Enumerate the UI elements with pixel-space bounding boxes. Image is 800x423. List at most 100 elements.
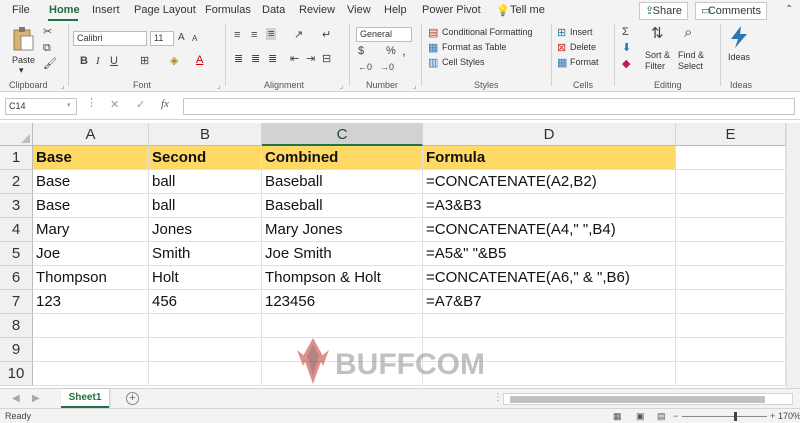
fill-icon[interactable]: ⬇ — [622, 42, 631, 54]
share-button[interactable]: ⇪ Share — [639, 2, 688, 20]
cell-b8[interactable] — [149, 314, 262, 338]
row-header-1[interactable]: 1 — [0, 146, 33, 170]
cell-d7[interactable]: =A7&B7 — [423, 290, 676, 314]
cell-e6[interactable] — [676, 266, 786, 290]
cell-a1[interactable]: Base — [33, 146, 149, 170]
next-sheet-icon[interactable]: ▶ — [32, 393, 40, 404]
zoom-slider-track[interactable] — [682, 416, 767, 417]
horizontal-scroll-thumb[interactable] — [510, 396, 765, 403]
cell-e7[interactable] — [676, 290, 786, 314]
dialog-launcher-icon[interactable]: ⌟ — [340, 82, 343, 90]
cell-d9[interactable] — [423, 338, 676, 362]
underline-icon[interactable]: U — [110, 55, 118, 67]
row-header-3[interactable]: 3 — [0, 194, 33, 218]
sort-filter-button[interactable]: Sort & Filter — [645, 50, 675, 72]
cell-c10[interactable] — [262, 362, 423, 386]
cell-a3[interactable]: Base — [33, 194, 149, 218]
borders-icon[interactable]: ⊞ — [140, 55, 149, 67]
column-header-e[interactable]: E — [676, 123, 786, 146]
cell-a6[interactable]: Thompson — [33, 266, 149, 290]
menu-formulas[interactable]: Formulas — [205, 4, 251, 16]
wrap-text-icon[interactable]: ↵ — [322, 29, 331, 41]
collapse-ribbon-icon[interactable]: ⌃ — [785, 4, 793, 15]
row-header-5[interactable]: 5 — [0, 242, 33, 266]
row-header-8[interactable]: 8 — [0, 314, 33, 338]
cell-b9[interactable] — [149, 338, 262, 362]
comments-button[interactable]: ▭ Comments — [695, 2, 767, 20]
zoom-in-icon[interactable]: + — [770, 411, 775, 421]
enter-icon[interactable]: ✓ — [136, 98, 145, 111]
align-right-icon[interactable]: ≣ — [268, 53, 277, 65]
row-header-6[interactable]: 6 — [0, 266, 33, 290]
align-top-icon[interactable]: ≡ — [234, 29, 240, 41]
zoom-out-icon[interactable]: − — [673, 411, 678, 421]
cell-d4[interactable]: =CONCATENATE(A4," ",B4) — [423, 218, 676, 242]
menu-data[interactable]: Data — [262, 4, 285, 16]
cell-e9[interactable] — [676, 338, 786, 362]
menu-review[interactable]: Review — [299, 4, 335, 16]
autosum-icon[interactable]: Σ — [622, 26, 629, 38]
menu-help[interactable]: Help — [384, 4, 407, 16]
row-header-2[interactable]: 2 — [0, 170, 33, 194]
font-name-select[interactable]: Calibri — [73, 31, 147, 46]
accounting-format-icon[interactable]: $ — [358, 45, 364, 57]
cell-a9[interactable] — [33, 338, 149, 362]
fill-color-icon[interactable]: ◈ — [170, 55, 178, 67]
cut-icon[interactable]: ✂ — [43, 26, 52, 38]
align-left-icon[interactable]: ≣ — [234, 53, 243, 65]
column-header-c[interactable]: C — [262, 123, 423, 146]
cell-d10[interactable] — [423, 362, 676, 386]
cell-e4[interactable] — [676, 218, 786, 242]
cell-c7[interactable]: 123456 — [262, 290, 423, 314]
cell-e10[interactable] — [676, 362, 786, 386]
menu-power-pivot[interactable]: Power Pivot — [422, 4, 481, 16]
normal-view-icon[interactable]: ▦ — [613, 411, 622, 422]
cell-c8[interactable] — [262, 314, 423, 338]
menu-file[interactable]: File — [12, 4, 30, 16]
vertical-scrollbar[interactable] — [786, 123, 800, 388]
page-break-view-icon[interactable]: ▤ — [657, 411, 666, 422]
cell-d6[interactable]: =CONCATENATE(A6," & ",B6) — [423, 266, 676, 290]
conditional-formatting-button[interactable]: Conditional Formatting — [442, 27, 533, 37]
format-painter-icon[interactable]: 🖌 — [43, 58, 57, 70]
cell-e5[interactable] — [676, 242, 786, 266]
decrease-decimal-icon[interactable]: →0 — [380, 61, 394, 73]
sheet-tab-sheet1[interactable]: Sheet1 — [61, 389, 109, 408]
cell-b5[interactable]: Smith — [149, 242, 262, 266]
cell-c6[interactable]: Thompson & Holt — [262, 266, 423, 290]
row-header-10[interactable]: 10 — [0, 362, 33, 386]
row-header-7[interactable]: 7 — [0, 290, 33, 314]
cell-d5[interactable]: =A5&" "&B5 — [423, 242, 676, 266]
column-header-d[interactable]: D — [423, 123, 676, 146]
cell-d1[interactable]: Formula — [423, 146, 676, 170]
cell-b7[interactable]: 456 — [149, 290, 262, 314]
cell-b6[interactable]: Holt — [149, 266, 262, 290]
column-header-b[interactable]: B — [149, 123, 262, 146]
dialog-launcher-icon[interactable]: ⌟ — [413, 82, 416, 90]
merge-center-icon[interactable]: ⊟ — [322, 53, 331, 65]
cell-a8[interactable] — [33, 314, 149, 338]
comma-style-icon[interactable]: , — [402, 44, 406, 57]
bold-icon[interactable]: B — [80, 55, 88, 67]
clear-icon[interactable]: ◆ — [622, 58, 630, 70]
copy-icon[interactable]: ⧉ — [43, 42, 51, 54]
increase-indent-icon[interactable]: ⇥ — [306, 53, 315, 65]
paste-button[interactable]: Paste ▾ — [8, 25, 38, 75]
formula-input[interactable] — [183, 98, 795, 115]
zoom-level[interactable]: 170% — [778, 411, 800, 421]
cell-b2[interactable]: ball — [149, 170, 262, 194]
orientation-icon[interactable]: ↗ — [294, 29, 303, 41]
dialog-launcher-icon[interactable]: ⌟ — [217, 82, 220, 90]
menu-home[interactable]: Home — [49, 4, 80, 16]
cell-a5[interactable]: Joe — [33, 242, 149, 266]
percent-icon[interactable]: % — [386, 45, 396, 57]
cell-b1[interactable]: Second — [149, 146, 262, 170]
page-layout-view-icon[interactable]: ▣ — [636, 411, 645, 422]
cell-e1[interactable] — [676, 146, 786, 170]
decrease-indent-icon[interactable]: ⇤ — [290, 53, 299, 65]
cell-d8[interactable] — [423, 314, 676, 338]
cell-styles-button[interactable]: Cell Styles — [442, 57, 485, 67]
cell-c3[interactable]: Baseball — [262, 194, 423, 218]
cell-c5[interactable]: Joe Smith — [262, 242, 423, 266]
zoom-slider-thumb[interactable] — [734, 412, 737, 421]
